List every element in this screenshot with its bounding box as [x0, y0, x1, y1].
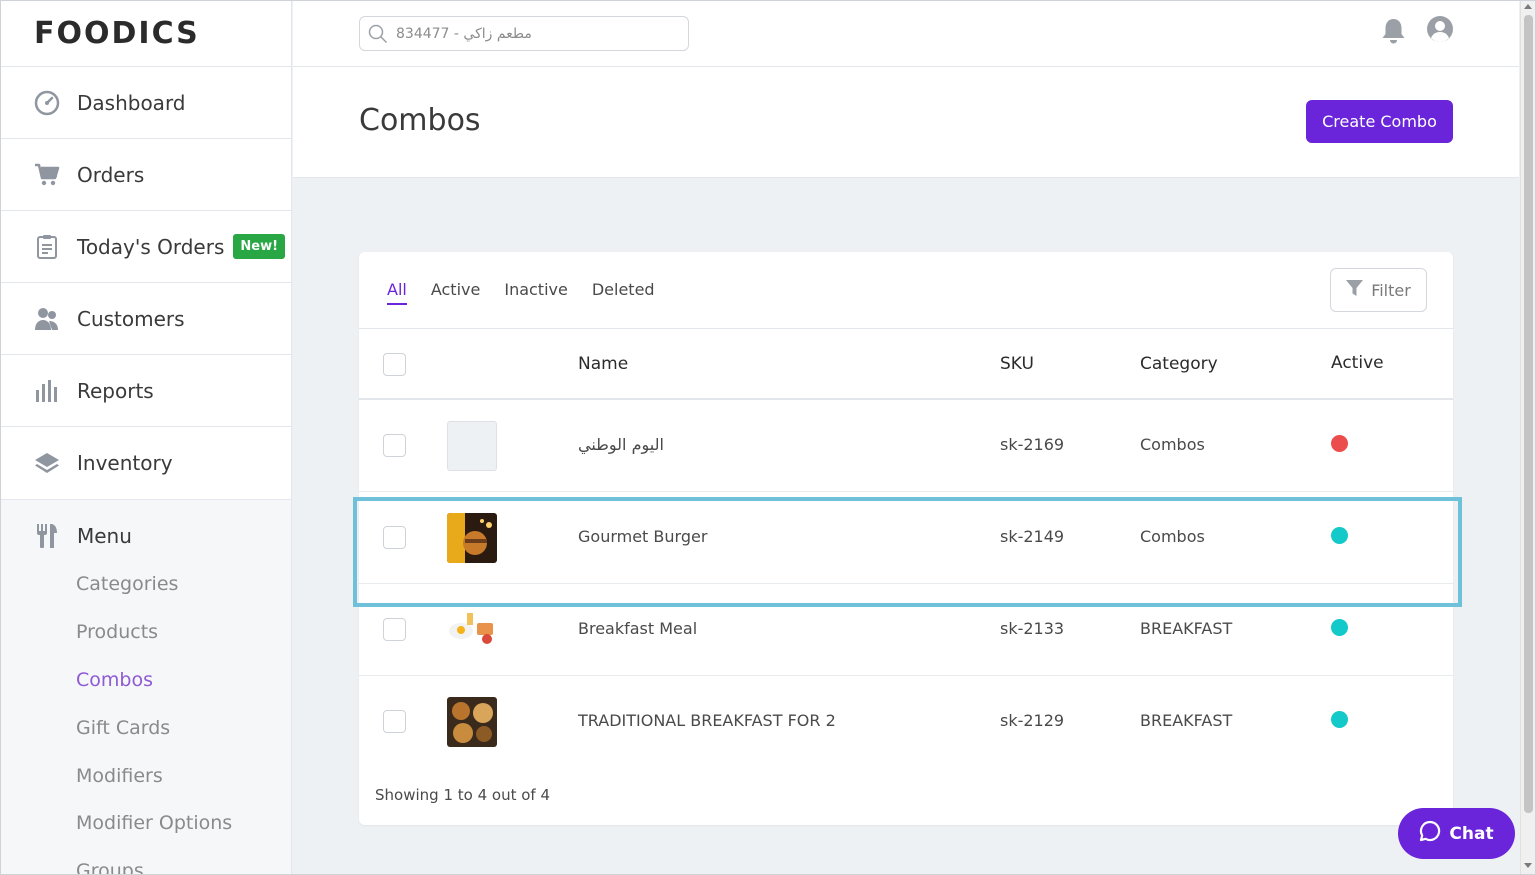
sidebar-item-label: Inventory: [77, 451, 173, 475]
sidebar-item-label: Menu: [77, 524, 132, 548]
sidebar-subitem-categories[interactable]: Categories: [1, 560, 291, 608]
menu-section: Menu Categories Products Combos Gift Car…: [1, 499, 291, 874]
sidebar-item-dashboard[interactable]: Dashboard: [1, 67, 291, 139]
filter-label: Filter: [1371, 280, 1411, 300]
row-name: اليوم الوطني: [578, 435, 664, 454]
layers-icon: [33, 449, 61, 477]
row-sku: sk-2129: [1000, 711, 1065, 730]
column-header-active[interactable]: Active: [1331, 353, 1384, 373]
sidebar: FOODICS Dashboard Orders Today's Orders …: [1, 1, 292, 874]
chat-bubble-icon: [1419, 820, 1441, 847]
row-checkbox[interactable]: [383, 526, 406, 549]
status-tabs: All Active Inactive Deleted: [387, 280, 655, 305]
row-checkbox[interactable]: [383, 618, 406, 641]
status-dot-inactive: [1331, 435, 1348, 452]
sidebar-subitem-modifier-options[interactable]: Modifier Options: [1, 799, 291, 847]
row-checkbox[interactable]: [383, 434, 406, 457]
sidebar-item-todays-orders[interactable]: Today's Orders New!: [1, 211, 291, 283]
clipboard-icon: [33, 233, 61, 261]
column-header-sku[interactable]: SKU: [1000, 354, 1034, 374]
row-name: TRADITIONAL BREAKFAST FOR 2: [578, 711, 836, 730]
sidebar-item-label: Dashboard: [77, 90, 186, 115]
sidebar-item-customers[interactable]: Customers: [1, 283, 291, 355]
status-dot-active: [1331, 619, 1348, 636]
product-image: [447, 605, 497, 655]
sidebar-item-label: Today's Orders: [77, 234, 225, 259]
tab-all[interactable]: All: [387, 280, 407, 305]
cart-icon: [33, 161, 61, 189]
avatar[interactable]: [1426, 15, 1454, 47]
status-dot-active: [1331, 527, 1348, 544]
sidebar-item-label: Customers: [77, 306, 185, 331]
bell-icon[interactable]: [1381, 17, 1406, 49]
pagination-summary: Showing 1 to 4 out of 4: [375, 786, 550, 804]
vertical-scrollbar[interactable]: [1520, 1, 1535, 874]
row-name: Gourmet Burger: [578, 527, 708, 546]
row-sku: sk-2169: [1000, 435, 1065, 454]
row-sku: sk-2149: [1000, 527, 1065, 546]
row-name: Breakfast Meal: [578, 619, 698, 638]
sidebar-item-label: Orders: [77, 162, 145, 187]
tab-inactive[interactable]: Inactive: [504, 280, 568, 305]
table-row[interactable]: Breakfast Meal sk-2133 BREAKFAST: [359, 584, 1453, 676]
row-category: BREAKFAST: [1140, 711, 1233, 730]
page-title: Combos: [359, 103, 481, 138]
funnel-icon: [1346, 280, 1364, 300]
row-checkbox[interactable]: [383, 710, 406, 733]
select-all-checkbox[interactable]: [383, 353, 406, 376]
table-row[interactable]: اليوم الوطني sk-2169 Combos: [359, 400, 1453, 492]
sidebar-item-label: Reports: [77, 378, 154, 403]
sidebar-subitem-modifiers[interactable]: Modifiers: [1, 752, 291, 799]
sidebar-subitem-gift-cards[interactable]: Gift Cards: [1, 704, 291, 752]
topbar: مطعم زاكي - 834477: [293, 1, 1519, 67]
column-header-category[interactable]: Category: [1140, 354, 1218, 374]
search-input[interactable]: مطعم زاكي - 834477: [359, 16, 689, 51]
users-icon: [33, 305, 61, 333]
table-row[interactable]: TRADITIONAL BREAKFAST FOR 2 sk-2129 BREA…: [359, 676, 1453, 768]
search-icon: [368, 24, 388, 48]
sidebar-subitem-products[interactable]: Products: [1, 608, 291, 656]
tab-active[interactable]: Active: [431, 280, 481, 305]
sidebar-item-orders[interactable]: Orders: [1, 139, 291, 211]
sidebar-item-inventory[interactable]: Inventory: [1, 427, 291, 499]
create-combo-button[interactable]: Create Combo: [1306, 100, 1453, 143]
row-sku: sk-2133: [1000, 619, 1065, 638]
scrollbar-thumb[interactable]: [1524, 15, 1533, 813]
sidebar-item-reports[interactable]: Reports: [1, 355, 291, 427]
scroll-up-arrow-icon[interactable]: [1524, 4, 1532, 9]
row-category: Combos: [1140, 527, 1205, 546]
logo-text: FOODICS: [34, 16, 200, 51]
combos-table-card: All Active Inactive Deleted Filter Name …: [359, 252, 1453, 825]
search-placeholder: مطعم زاكي - 834477: [396, 25, 532, 42]
row-category: BREAKFAST: [1140, 619, 1233, 638]
product-image: [447, 697, 497, 747]
fork-knife-icon: [33, 522, 61, 550]
bar-chart-icon: [33, 377, 61, 405]
row-category: Combos: [1140, 435, 1205, 454]
tab-deleted[interactable]: Deleted: [592, 280, 655, 305]
filter-button[interactable]: Filter: [1330, 268, 1427, 312]
table-row[interactable]: Gourmet Burger sk-2149 Combos: [359, 492, 1453, 584]
dashboard-gauge-icon: [33, 89, 61, 117]
sidebar-subitem-combos[interactable]: Combos: [1, 656, 291, 704]
product-image-placeholder: [447, 421, 497, 471]
status-dot-active: [1331, 711, 1348, 728]
chat-label: Chat: [1449, 823, 1494, 844]
new-badge: New!: [233, 234, 286, 259]
table-header: Name SKU Category Active: [359, 328, 1453, 400]
logo[interactable]: FOODICS: [1, 1, 291, 67]
page-header: Combos Create Combo: [293, 67, 1519, 178]
product-image: [447, 513, 497, 563]
scroll-down-arrow-icon[interactable]: [1524, 863, 1532, 868]
column-header-name[interactable]: Name: [578, 354, 628, 374]
chat-button[interactable]: Chat: [1398, 808, 1515, 859]
sidebar-subitem-groups[interactable]: Groups: [1, 847, 291, 874]
